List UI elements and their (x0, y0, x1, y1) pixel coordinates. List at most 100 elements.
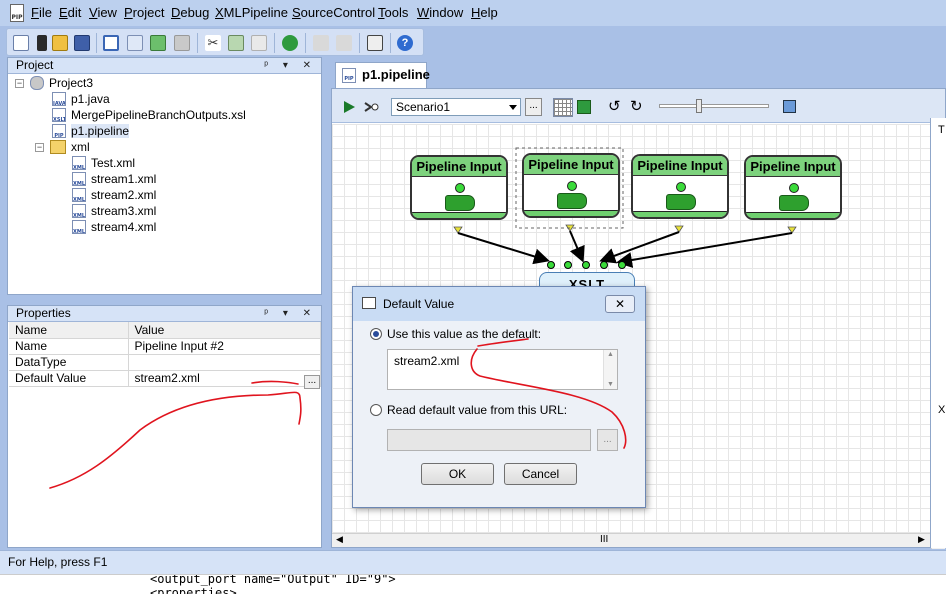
window-icon (362, 297, 376, 309)
port-dot[interactable] (567, 181, 577, 191)
property-value[interactable] (128, 354, 321, 371)
tree-item-stream4[interactable]: XML stream4.xml (72, 219, 156, 235)
disabled-b-icon[interactable] (336, 35, 352, 51)
scroll-up-icon[interactable]: ▲ (607, 351, 614, 358)
lock-icon[interactable] (174, 35, 190, 51)
collapse-folder-icon[interactable]: − (35, 143, 44, 152)
menu-debug[interactable]: Debug (171, 5, 209, 20)
menu-help[interactable]: Help (471, 5, 498, 20)
tab-label: p1.pipeline (362, 67, 430, 82)
download-icon[interactable] (37, 35, 47, 51)
node-title: Pipeline Input (524, 155, 618, 175)
horizontal-scrollbar[interactable]: ◀ III ▶ (332, 533, 932, 547)
pane-buttons[interactable]: ᵖ ▾ ✕ (264, 306, 317, 321)
toolbar-separator (305, 33, 306, 53)
tree-item-xsl[interactable]: XSLT MergePipelineBranchOutputs.xsl (52, 107, 246, 123)
tree-item-java[interactable]: JAVA p1.java (52, 91, 110, 107)
properties-pane-title-text: Properties (16, 306, 71, 320)
pipeline-input-node[interactable]: Pipeline Input (410, 155, 508, 220)
menu-edit[interactable]: Edit (59, 5, 81, 20)
close-button[interactable]: ✕ (605, 295, 635, 313)
collapse-project-icon[interactable]: − (15, 79, 24, 88)
property-name: DataType (9, 354, 129, 371)
property-name: Default Value (9, 370, 129, 387)
ok-button[interactable]: OK (421, 463, 494, 485)
default-value-browse-button[interactable]: ... (304, 375, 320, 389)
port-dot[interactable] (676, 182, 686, 192)
import-icon[interactable] (150, 35, 166, 51)
url-input[interactable] (387, 429, 591, 451)
pipeline-input-node[interactable]: Pipeline Input (522, 153, 620, 218)
property-value[interactable]: Pipeline Input #2 (128, 338, 321, 355)
cylinder-icon (779, 195, 809, 211)
pipeline-input-node[interactable]: Pipeline Input (631, 154, 729, 219)
code-line: <output_port name="Output" ID="9"> (150, 574, 396, 586)
pane-buttons[interactable]: ᵖ ▾ ✕ (264, 58, 317, 73)
cut-icon[interactable]: ✂ (205, 35, 221, 51)
property-row[interactable]: DataType (9, 354, 321, 371)
debug-step-icon[interactable] (363, 99, 379, 115)
rotate-left-icon[interactable]: ↺ (608, 99, 621, 114)
default-value-textarea[interactable]: stream2.xml ▲ ▼ (387, 349, 618, 390)
scroll-down-icon[interactable]: ▼ (607, 381, 614, 388)
scroll-grip[interactable]: III (600, 534, 608, 545)
menu-xmlpipeline[interactable]: XMLPipeline (215, 5, 288, 20)
print-icon[interactable] (367, 35, 383, 51)
scenario-dropdown[interactable]: Scenario1 (391, 98, 521, 116)
properties-pane: Properties ᵖ ▾ ✕ Name Value Name Pipelin… (7, 305, 322, 548)
app-icon: PIP (10, 4, 24, 22)
tree-item-stream3[interactable]: XML stream3.xml (72, 203, 156, 219)
editor-toolbar: Scenario1 ... ↺ ↻ (332, 89, 945, 123)
cancel-button[interactable]: Cancel (504, 463, 577, 485)
tree-item-pipeline[interactable]: PIP p1.pipeline (52, 123, 130, 139)
scroll-left-icon[interactable]: ◀ (336, 534, 343, 545)
scroll-right-icon[interactable]: ▶ (918, 534, 925, 545)
disabled-a-icon[interactable] (313, 35, 329, 51)
paste-icon[interactable] (228, 35, 244, 51)
new-xml-icon[interactable] (13, 35, 29, 51)
menu-file[interactable]: File (31, 5, 52, 20)
project-pane: Project ᵖ ▾ ✕ − Project3 JAVA p1.java XSL… (7, 57, 322, 295)
cylinder-icon (666, 194, 696, 210)
open-icon[interactable] (52, 35, 68, 51)
property-row[interactable]: Name Pipeline Input #2 (9, 338, 321, 355)
fit-view-icon[interactable] (783, 100, 796, 113)
url-browse-button[interactable]: ... (597, 429, 618, 451)
scenario-browse-button[interactable]: ... (525, 98, 542, 116)
url-radio[interactable] (370, 404, 382, 416)
tree-item-stream1[interactable]: XML stream1.xml (72, 171, 156, 187)
toolbar-separator (359, 33, 360, 53)
port-dot[interactable] (789, 183, 799, 193)
tree-item-test-xml[interactable]: XML Test.xml (72, 155, 135, 171)
zoom-slider[interactable] (659, 99, 769, 113)
rotate-right-icon[interactable]: ↻ (630, 99, 643, 114)
property-row[interactable]: Default Value stream2.xml (9, 370, 321, 387)
clipboard-icon[interactable] (251, 35, 267, 51)
save-icon[interactable] (74, 35, 90, 51)
menu-window[interactable]: Window (417, 5, 463, 20)
grid-toggle-icon[interactable] (553, 98, 573, 117)
copy-window-icon[interactable] (127, 35, 143, 51)
use-value-radio[interactable] (370, 328, 382, 340)
menu-project[interactable]: Project (124, 5, 164, 20)
pipeline-input-node[interactable]: Pipeline Input (744, 155, 842, 220)
property-value[interactable]: stream2.xml (128, 370, 321, 387)
help-icon[interactable]: ? (397, 35, 413, 51)
window-icon[interactable] (103, 35, 119, 51)
textarea-scrollbar[interactable]: ▲ ▼ (603, 350, 617, 389)
snap-icon[interactable] (577, 100, 591, 114)
tab-p1-pipeline[interactable]: PIP p1.pipeline (335, 62, 430, 88)
tree-item-folder-xml[interactable]: xml (50, 139, 90, 155)
menu-tools[interactable]: Tools (378, 5, 408, 20)
tree-item-project[interactable]: Project3 (30, 75, 93, 91)
node-footer (633, 211, 727, 217)
menu-sourcecontrol[interactable]: SourceControl (292, 5, 375, 20)
default-value-text: stream2.xml (394, 354, 460, 368)
menu-view[interactable]: View (89, 5, 117, 20)
zoom-slider-thumb[interactable] (696, 99, 703, 113)
tree-item-stream2[interactable]: XML stream2.xml (72, 187, 156, 203)
port-dot[interactable] (455, 183, 465, 193)
run-icon[interactable] (342, 100, 356, 114)
refresh-icon[interactable] (282, 35, 298, 51)
xml-file-icon: XML (72, 220, 86, 234)
